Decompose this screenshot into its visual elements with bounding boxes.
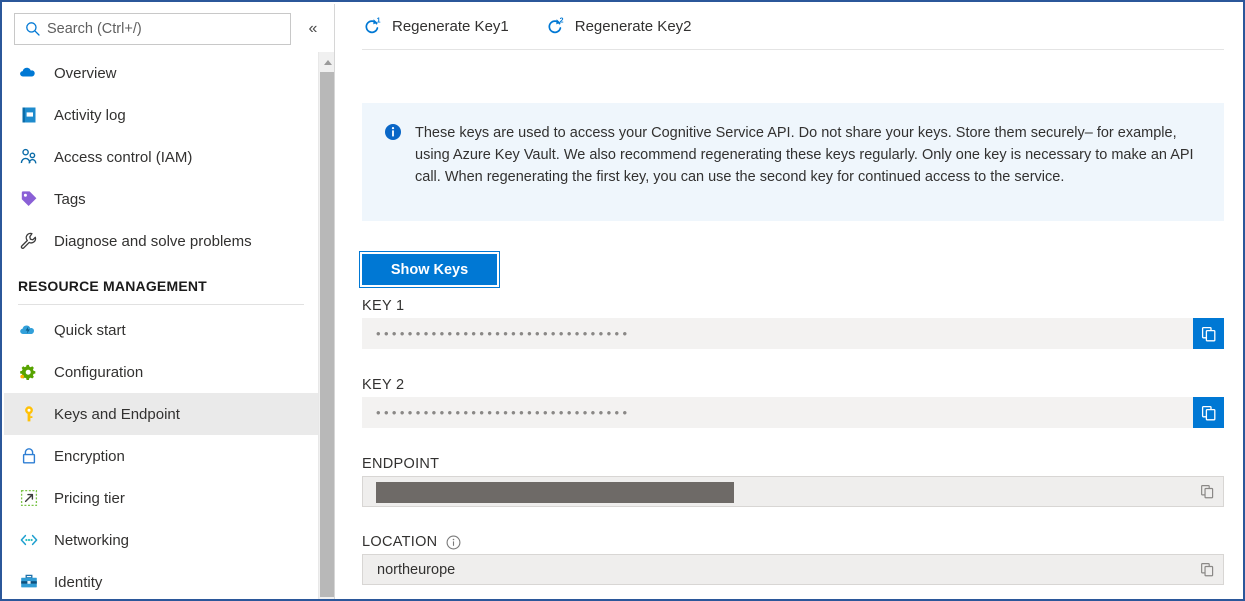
chevron-up-icon[interactable] [319,52,335,72]
sidebar-item-label: Quick start [54,322,126,339]
copy-icon [1200,404,1218,422]
sidebar-item-label: Tags [54,191,86,208]
location-label-text: LOCATION [362,534,437,550]
briefcase-icon [18,571,40,593]
copy-icon [1200,325,1218,343]
main-panel: 1 Regenerate Key1 2 Regenerate Key2 [335,4,1245,601]
endpoint-redaction-bar [376,482,734,503]
location-field[interactable]: northeurope [362,554,1224,585]
regenerate-key1-icon: 1 [362,16,382,36]
sidebar-item-label: Identity [54,574,102,591]
key2-masked-value: •••••••••••••••••••••••••••••••• [362,405,630,420]
sidebar-item-quick-start[interactable]: Quick start [4,309,318,351]
copy-key2-button[interactable] [1193,397,1224,428]
sidebar-nav: Overview Activity log [4,52,318,601]
sidebar-group-label: RESOURCE MANAGEMENT [4,262,318,304]
sidebar-item-configuration[interactable]: Configuration [4,351,318,393]
key1-field[interactable]: •••••••••••••••••••••••••••••••• [362,318,1224,349]
copy-key1-button[interactable] [1193,318,1224,349]
sidebar-item-label: Encryption [54,448,125,465]
sidebar-item-label: Networking [54,532,129,549]
search-box[interactable] [14,13,291,45]
key2-field[interactable]: •••••••••••••••••••••••••••••••• [362,397,1224,428]
sidebar-item-label: Configuration [54,364,143,381]
quickstart-cloud-icon [18,319,40,341]
wrench-icon [18,230,40,252]
sidebar-item-identity[interactable]: Identity [4,561,318,601]
sidebar-item-label: Diagnose and solve problems [54,233,252,250]
sidebar-item-encryption[interactable]: Encryption [4,435,318,477]
activity-log-icon [18,104,40,126]
info-circle-icon[interactable] [446,535,461,550]
lock-icon [18,445,40,467]
sidebar-item-tags[interactable]: Tags [4,178,318,220]
key2-label: KEY 2 [362,377,404,393]
sidebar-item-pricing-tier[interactable]: Pricing tier [4,477,318,519]
sidebar-item-access-control[interactable]: Access control (IAM) [4,136,318,178]
networking-icon [18,529,40,551]
copy-location-button[interactable] [1192,555,1222,584]
regenerate-key2-icon: 2 [545,16,565,36]
sidebar-item-diagnose[interactable]: Diagnose and solve problems [4,220,318,262]
cloud-icon [18,62,40,84]
key-icon [18,403,40,425]
sidebar: « Overview Activit [4,4,335,601]
collapse-sidebar-button[interactable]: « [302,18,324,40]
endpoint-label: ENDPOINT [362,456,439,472]
endpoint-field[interactable] [362,476,1224,507]
key1-label: KEY 1 [362,298,404,314]
sidebar-item-label: Access control (IAM) [54,149,192,166]
people-icon [18,146,40,168]
sidebar-scrollbar[interactable] [318,52,335,601]
regenerate-key2-button[interactable]: 2 Regenerate Key2 [545,10,702,42]
sidebar-item-label: Pricing tier [54,490,125,507]
svg-text:2: 2 [559,18,563,25]
pricing-tier-icon [18,487,40,509]
keys-and-endpoint-content: These keys are used to access your Cogni… [335,50,1245,601]
sidebar-search-row: « [14,12,327,46]
sidebar-item-overview[interactable]: Overview [4,52,318,94]
info-icon [384,123,402,141]
key1-masked-value: •••••••••••••••••••••••••••••••• [362,326,630,341]
info-banner-text: These keys are used to access your Cogni… [415,122,1202,221]
regenerate-key1-button[interactable]: 1 Regenerate Key1 [362,10,519,42]
sidebar-item-networking[interactable]: Networking [4,519,318,561]
copy-icon [1199,483,1216,500]
sidebar-item-label: Activity log [54,107,126,124]
location-value: northeurope [363,562,455,578]
location-label: LOCATION [362,534,461,550]
azure-portal-window: « Overview Activit [0,0,1245,601]
sidebar-item-activity-log[interactable]: Activity log [4,94,318,136]
sidebar-item-label: Keys and Endpoint [54,406,180,423]
toolbar-button-label: Regenerate Key2 [575,18,692,35]
sidebar-item-keys-and-endpoint[interactable]: Keys and Endpoint [4,393,318,435]
show-keys-button[interactable]: Show Keys [362,254,497,285]
copy-endpoint-button[interactable] [1192,477,1222,506]
scrollbar-thumb[interactable] [320,72,335,597]
sidebar-item-label: Overview [54,65,117,82]
copy-icon [1199,561,1216,578]
gear-icon [18,361,40,383]
search-input[interactable] [47,21,277,37]
tag-icon [18,188,40,210]
command-toolbar: 1 Regenerate Key1 2 Regenerate Key2 [335,4,1245,48]
sidebar-divider [18,304,304,305]
info-banner: These keys are used to access your Cogni… [362,103,1224,221]
toolbar-button-label: Regenerate Key1 [392,18,509,35]
search-icon [25,21,41,37]
svg-text:1: 1 [377,18,381,25]
